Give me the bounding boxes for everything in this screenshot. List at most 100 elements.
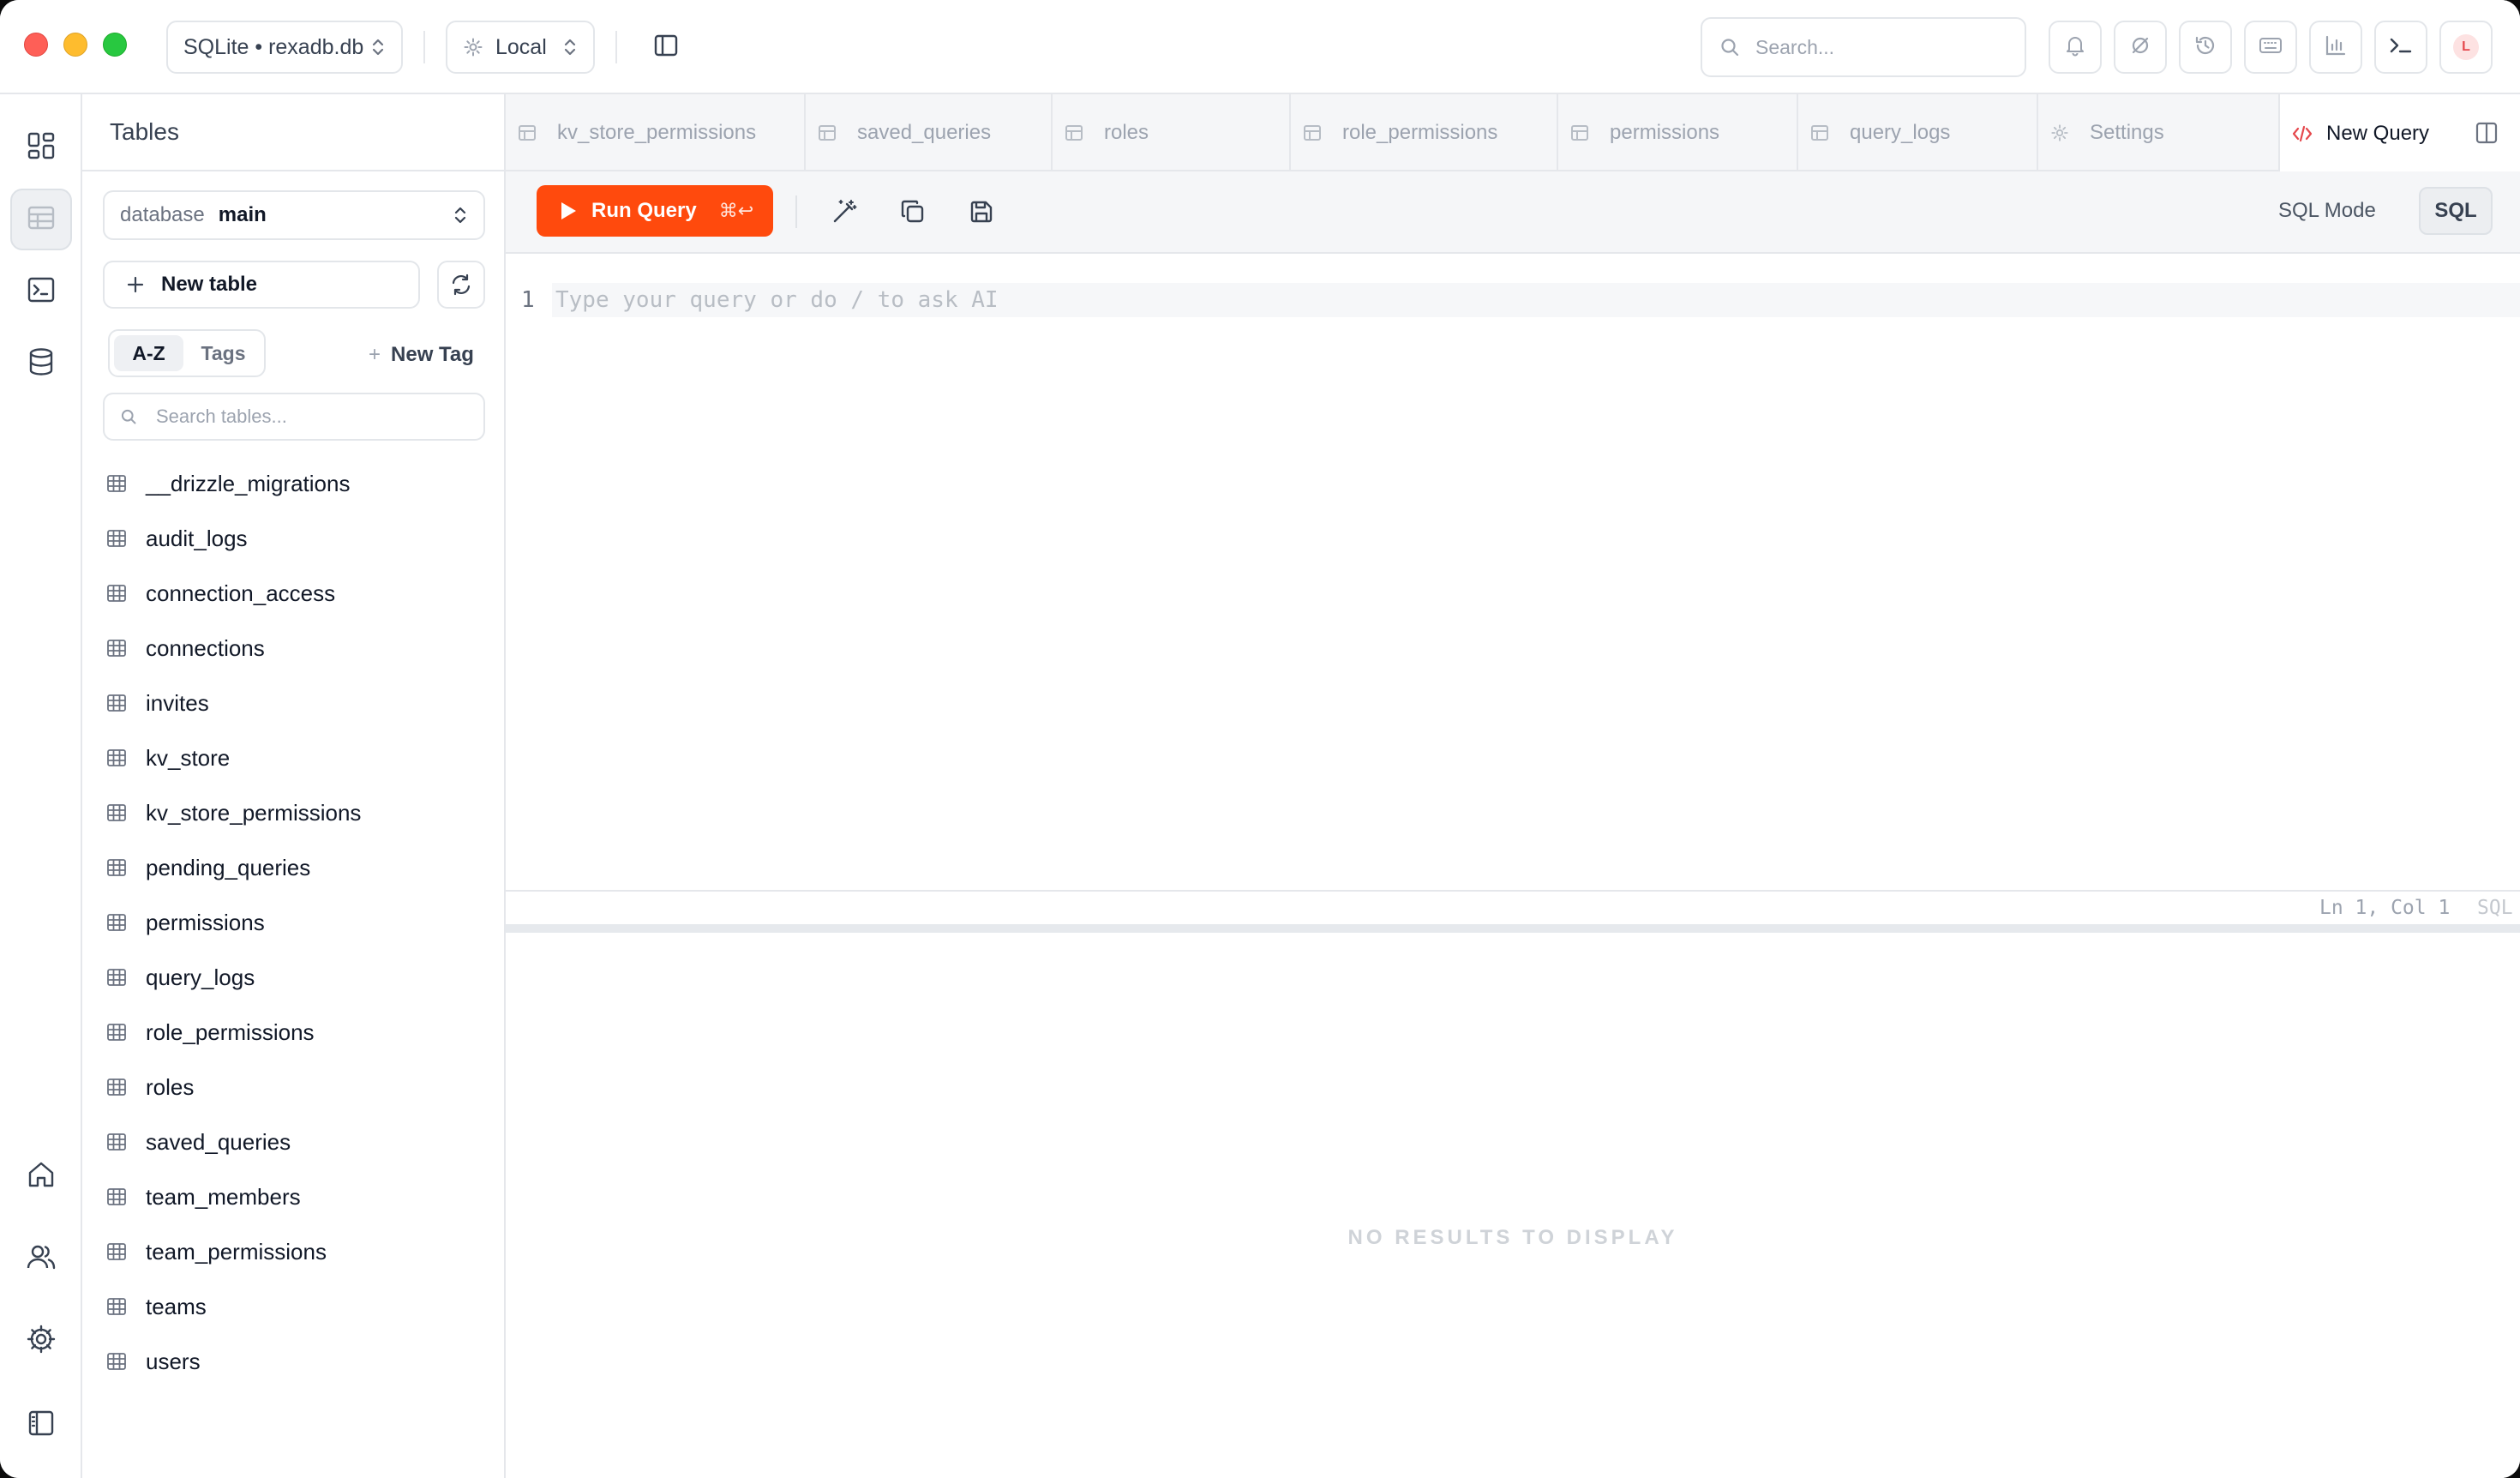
table-list-item[interactable]: connection_access (106, 566, 483, 621)
plus-icon (125, 274, 161, 295)
tab-kv-store-permissions[interactable]: kv_store_permissions (506, 94, 806, 171)
bell-icon (2064, 34, 2086, 61)
tab-roles[interactable]: roles (1053, 94, 1291, 171)
rail-settings-button[interactable] (10, 1310, 72, 1372)
table-list: __drizzle_migrations audit_logs connection… (106, 456, 483, 1389)
new-table-button[interactable]: New table (103, 261, 420, 309)
rail-tables-button[interactable] (10, 189, 72, 250)
environment-selector[interactable]: Local (446, 21, 595, 74)
copy-query-button[interactable] (897, 195, 929, 228)
tab-query-logs[interactable]: query_logs (1798, 94, 2038, 171)
dashboard-icon (26, 130, 57, 165)
global-search-input[interactable]: Search... (1701, 17, 2026, 77)
refresh-icon (448, 272, 474, 297)
refresh-tables-button[interactable] (437, 261, 485, 309)
table-list-item[interactable]: invites (106, 676, 483, 730)
results-panel: NO RESULTS TO DISPLAY (506, 933, 2520, 1478)
gear-icon (2050, 123, 2090, 142)
table-list-item[interactable]: kv_store (106, 730, 483, 785)
table-icon (818, 123, 857, 142)
terminal-button[interactable] (2374, 21, 2427, 74)
sql-mode-toggle[interactable]: SQL (2419, 187, 2493, 235)
table-name: pending_queries (146, 854, 311, 880)
history-button[interactable] (2179, 21, 2232, 74)
maximize-window-button[interactable] (103, 33, 127, 57)
home-icon (26, 1159, 57, 1194)
rail-users-button[interactable] (10, 1228, 72, 1289)
table-list-item[interactable]: users (106, 1334, 483, 1389)
chevron-up-down-icon (562, 36, 578, 58)
table-name: connection_access (146, 580, 336, 606)
tab-role-permissions[interactable]: role_permissions (1291, 94, 1558, 171)
charts-button[interactable] (2309, 21, 2362, 74)
minimize-window-button[interactable] (63, 33, 87, 57)
ai-magic-button[interactable] (828, 195, 861, 228)
user-menu-button[interactable]: L (2439, 21, 2493, 74)
tab-label: query_logs (1850, 121, 1951, 144)
sync-button[interactable] (2114, 21, 2167, 74)
table-icon (106, 693, 146, 713)
connection-selector[interactable]: SQLite • rexadb.db (166, 21, 403, 74)
table-name: audit_logs (146, 525, 248, 551)
run-query-button[interactable]: Run Query ⌘↩ (537, 185, 773, 237)
toggle-sidebar-button[interactable] (639, 21, 693, 74)
search-icon (120, 408, 156, 425)
avatar: L (2453, 34, 2479, 60)
table-list-item[interactable]: roles (106, 1060, 483, 1115)
resize-handle[interactable] (506, 924, 2520, 933)
table-icon (106, 1296, 146, 1317)
table-list-item[interactable]: __drizzle_migrations (106, 456, 483, 511)
table-icon (106, 857, 146, 878)
table-list-item[interactable]: pending_queries (106, 840, 483, 895)
table-list-item[interactable]: connections (106, 621, 483, 676)
rail-terminal-button[interactable] (10, 261, 72, 322)
split-view-button[interactable] (2474, 120, 2499, 146)
table-list-item[interactable]: team_members (106, 1169, 483, 1224)
sort-tab-az[interactable]: A-Z (114, 335, 184, 371)
rail-docs-button[interactable] (10, 1394, 72, 1456)
database-value: main (218, 203, 267, 226)
save-query-button[interactable] (965, 195, 998, 228)
close-window-button[interactable] (24, 33, 48, 57)
table-list-item[interactable]: teams (106, 1279, 483, 1334)
new-tag-button[interactable]: + New Tag (369, 343, 474, 367)
table-list-item[interactable]: team_permissions (106, 1224, 483, 1279)
keyboard-shortcuts-button[interactable] (2244, 21, 2297, 74)
terminal-icon (26, 274, 57, 309)
table-list-item[interactable]: audit_logs (106, 511, 483, 566)
table-name: kv_store_permissions (146, 799, 362, 826)
table-name: teams (146, 1293, 207, 1319)
table-icon (1570, 123, 1610, 142)
sql-mode-label: SQL Mode (2278, 199, 2376, 222)
table-list-item[interactable]: kv_store_permissions (106, 785, 483, 840)
table-icon (106, 528, 146, 549)
tab-permissions[interactable]: permissions (1558, 94, 1798, 171)
table-name: permissions (146, 909, 265, 935)
rail-dashboard-button[interactable] (10, 117, 72, 178)
tables-sidebar: Tables database main New table A-Z Tags … (82, 94, 506, 1478)
notifications-button[interactable] (2049, 21, 2102, 74)
table-icon (518, 123, 557, 142)
tab-saved-queries[interactable]: saved_queries (806, 94, 1053, 171)
table-search-input[interactable]: Search tables... (103, 393, 485, 441)
table-list-item[interactable]: saved_queries (106, 1115, 483, 1169)
tab-label: Settings (2090, 121, 2164, 144)
database-selector[interactable]: database main (103, 190, 485, 240)
rail-database-button[interactable] (10, 333, 72, 394)
environment-label: Local (495, 34, 547, 59)
table-name: users (146, 1348, 201, 1374)
keyboard-icon (2258, 34, 2283, 61)
sort-tab-tags[interactable]: Tags (187, 335, 260, 371)
table-list-item[interactable]: query_logs (106, 950, 483, 1005)
tab-settings[interactable]: Settings (2038, 94, 2280, 171)
rail-home-button[interactable] (10, 1145, 72, 1207)
tab-label: saved_queries (857, 121, 992, 144)
table-icon (106, 1351, 146, 1372)
table-list-item[interactable]: role_permissions (106, 1005, 483, 1060)
table-icon (106, 473, 146, 494)
table-list-item[interactable]: permissions (106, 895, 483, 950)
split-view-icon (2474, 120, 2499, 146)
table-name: saved_queries (146, 1128, 291, 1155)
sql-editor[interactable]: 1 Type your query or do / to ask AI (506, 254, 2520, 890)
editor-language: SQL (2477, 897, 2513, 919)
